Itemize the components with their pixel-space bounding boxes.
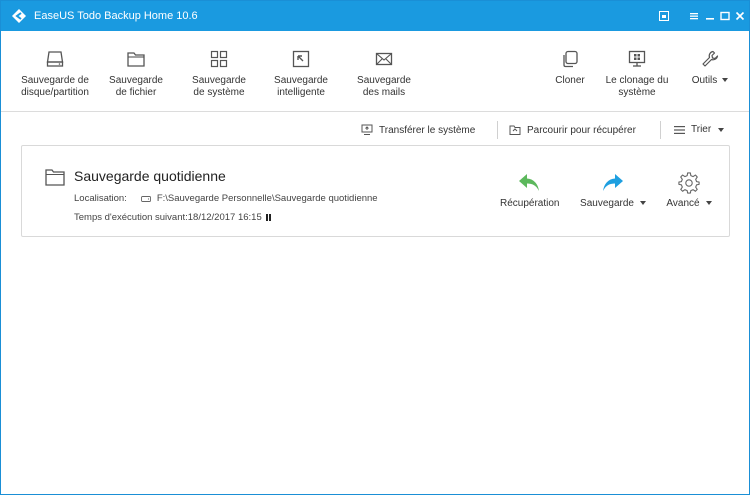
task-location: Localisation: F:\Sauvegarde Personnelle\… <box>74 193 378 204</box>
separator <box>660 121 661 139</box>
mini-mode-icon[interactable] <box>657 9 671 23</box>
windows-tiles-icon <box>210 50 228 68</box>
envelope-icon <box>375 52 393 66</box>
hard-drive-icon <box>46 51 64 67</box>
transfer-system-icon <box>361 124 373 135</box>
mail-backup-button[interactable]: Sauvegarde des mails <box>353 49 415 99</box>
transfer-system-button[interactable]: Transférer le système <box>361 124 475 136</box>
folder-icon <box>127 52 145 67</box>
minimize-icon[interactable] <box>703 9 717 23</box>
easeus-logo-icon <box>12 9 26 23</box>
title-bar: EaseUS Todo Backup Home 10.6 <box>1 1 749 31</box>
chevron-down-icon <box>718 127 725 132</box>
smart-arrow-icon <box>292 50 310 68</box>
smart-backup-button[interactable]: Sauvegarde intelligente <box>269 49 333 99</box>
chevron-down-icon <box>722 78 729 83</box>
action-bar: Transférer le système Parcourir pour réc… <box>1 113 749 145</box>
pause-icon[interactable] <box>265 214 271 221</box>
next-run-time: Temps d'exécution suivant:18/12/2017 16:… <box>74 212 271 223</box>
menu-icon[interactable] <box>687 9 701 23</box>
folder-icon <box>45 169 65 186</box>
undo-arrow-icon <box>519 174 539 191</box>
maximize-icon[interactable] <box>718 9 732 23</box>
task-name: Sauvegarde quotidienne <box>74 168 226 184</box>
wrench-icon <box>702 50 719 67</box>
backup-button[interactable]: Sauvegarde <box>580 172 646 209</box>
clone-button[interactable]: Cloner <box>549 49 591 87</box>
file-backup-button[interactable]: Sauvegarde de fichier <box>105 49 167 99</box>
browse-to-recover-button[interactable]: Parcourir pour récupérer <box>509 124 636 136</box>
list-icon <box>674 125 685 134</box>
disk-partition-backup-button[interactable]: Sauvegarde de disque/partition <box>19 49 91 99</box>
system-clone-button[interactable]: Le clonage du système <box>603 49 671 99</box>
drive-icon <box>140 195 151 202</box>
window-title: EaseUS Todo Backup Home 10.6 <box>34 10 198 22</box>
browse-recover-icon <box>509 125 521 135</box>
sort-button[interactable]: Trier <box>674 124 725 135</box>
system-backup-button[interactable]: Sauvegarde de système <box>187 49 251 99</box>
separator <box>497 121 498 139</box>
monitor-windows-icon <box>628 50 646 67</box>
advanced-button[interactable]: Avancé <box>664 172 714 209</box>
close-icon[interactable] <box>733 9 747 23</box>
gear-icon <box>678 172 700 194</box>
chevron-down-icon <box>705 201 712 206</box>
backup-task-card[interactable]: Sauvegarde quotidienne Localisation: F:\… <box>21 145 730 237</box>
redo-arrow-icon <box>603 174 623 191</box>
location-path: F:\Sauvegarde Personnelle\Sauvegarde quo… <box>156 193 378 204</box>
tools-menu-button[interactable]: Outils <box>687 49 733 87</box>
app-window: EaseUS Todo Backup Home 10.6 Sauvegarde … <box>0 0 750 495</box>
clone-icon <box>563 50 578 68</box>
recovery-button[interactable]: Récupération <box>500 172 559 209</box>
main-toolbar: Sauvegarde de disque/partition Sauvegard… <box>1 31 749 112</box>
chevron-down-icon <box>639 201 646 206</box>
